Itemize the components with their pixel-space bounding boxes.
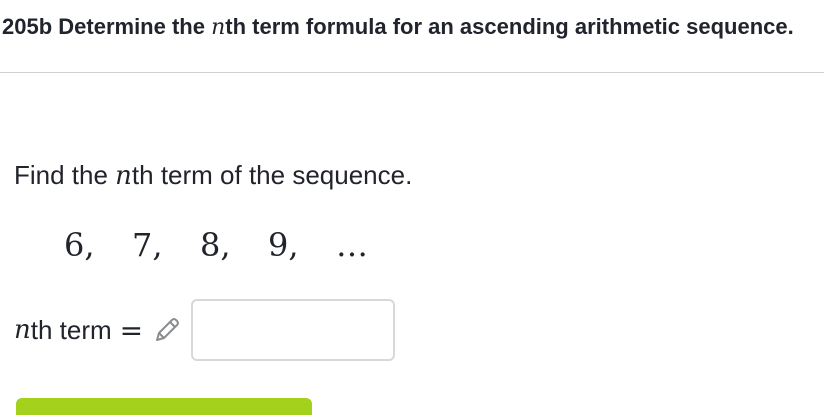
sequence-display: 6, 7, 8, 9, … [64,226,372,264]
pencil-icon[interactable] [147,310,187,350]
header-divider [0,72,824,73]
question-prompt: Find the nth term of the sequence. [14,160,412,191]
page-title: 205b Determine the nth term formula for … [2,14,794,40]
sequence-term: 9, [268,226,299,264]
equals-sign: = [119,313,144,347]
sequence-term: 6, [64,226,95,264]
title-prefix: 205b Determine the [2,14,212,39]
title-variable: n [211,15,226,40]
sequence-term: 7, [132,226,163,264]
prompt-variable: n [115,161,132,191]
exercise-page: 205b Determine the nth term formula for … [0,0,824,415]
prompt-prefix: Find the [14,160,116,190]
answer-row: n th term = [14,298,396,362]
answer-label: th term [30,314,112,345]
check-button[interactable] [16,398,312,415]
title-suffix: th term formula for an ascending arithme… [225,14,794,39]
prompt-suffix: th term of the sequence. [131,160,413,190]
answer-input[interactable] [191,299,396,361]
sequence-term: 8, [200,226,231,264]
sequence-ellipsis: … [336,226,372,264]
answer-label-variable: n [14,315,31,345]
